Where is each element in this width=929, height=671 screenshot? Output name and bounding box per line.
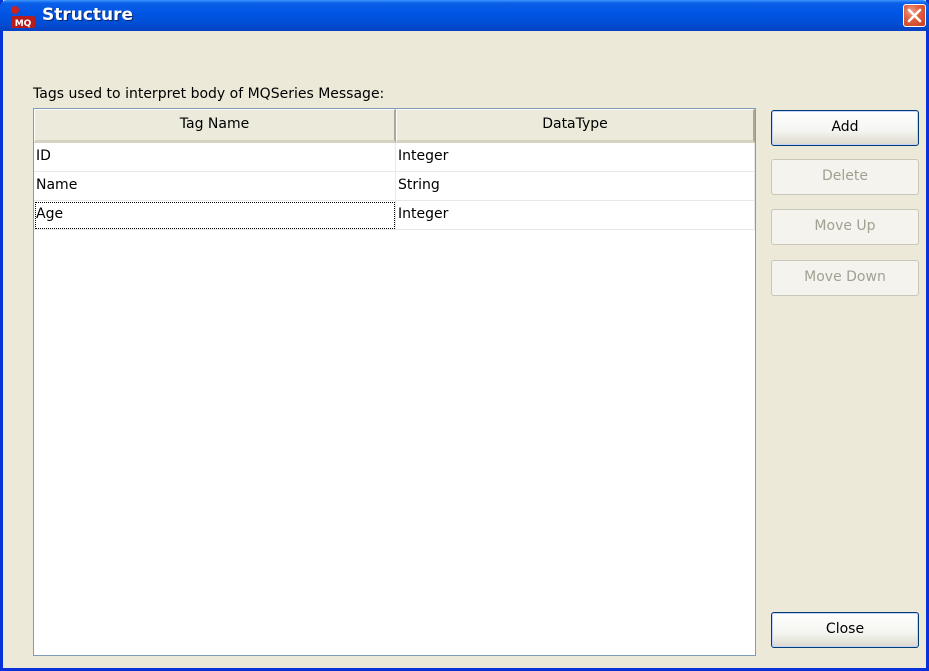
- table-row[interactable]: ID Integer: [34, 143, 755, 172]
- close-button[interactable]: Close: [771, 612, 919, 648]
- cell-tag-name[interactable]: Age: [34, 201, 396, 230]
- cell-datatype[interactable]: Integer: [396, 143, 755, 172]
- move-up-button[interactable]: Move Up: [771, 209, 919, 245]
- window-title: Structure: [42, 5, 134, 25]
- svg-text:MQ: MQ: [15, 19, 32, 29]
- cell-datatype[interactable]: String: [396, 172, 755, 201]
- close-icon: [907, 8, 922, 23]
- column-header-tag-name[interactable]: Tag Name: [34, 109, 396, 143]
- table-row[interactable]: Age Integer: [34, 201, 755, 230]
- table-header: Tag Name DataType: [34, 109, 755, 143]
- add-button[interactable]: Add: [771, 110, 919, 146]
- cell-tag-name[interactable]: ID: [34, 143, 396, 172]
- structure-dialog: MQ Structure Tags used to interpret body…: [0, 0, 929, 671]
- title-bar[interactable]: MQ Structure: [0, 0, 929, 31]
- mq-icon: MQ: [11, 6, 35, 29]
- table-row[interactable]: Name String: [34, 172, 755, 201]
- table-caption: Tags used to interpret body of MQSeries …: [33, 86, 385, 102]
- cell-datatype[interactable]: Integer: [396, 201, 755, 230]
- delete-button[interactable]: Delete: [771, 159, 919, 195]
- cell-tag-name[interactable]: Name: [34, 172, 396, 201]
- close-window-button[interactable]: [903, 4, 926, 27]
- column-header-datatype[interactable]: DataType: [396, 109, 755, 143]
- move-down-button[interactable]: Move Down: [771, 260, 919, 296]
- tags-table[interactable]: Tag Name DataType ID Integer Name String…: [33, 108, 756, 656]
